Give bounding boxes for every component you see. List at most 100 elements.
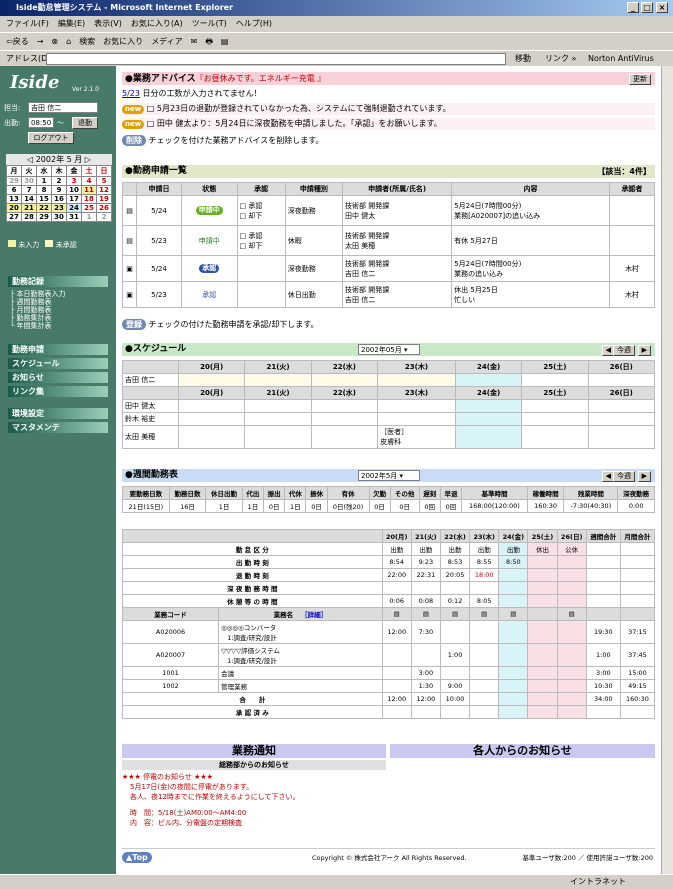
- norton-button[interactable]: Norton AntiVirus: [588, 51, 654, 67]
- schedule-person[interactable]: 鈴木 裕史: [122, 412, 179, 426]
- minimize-button[interactable]: _: [627, 2, 639, 13]
- edit-icon[interactable]: ▤: [498, 607, 529, 621]
- update-button[interactable]: 更新: [629, 74, 651, 85]
- nav-sub-daily[interactable]: ├ 本日勤務表入力: [10, 290, 65, 298]
- media-button[interactable]: メディア: [151, 37, 182, 46]
- menu-view[interactable]: 表示(V): [94, 19, 122, 28]
- home-icon[interactable]: ⌂: [66, 37, 71, 46]
- prev-month-icon[interactable]: ◁: [27, 155, 36, 164]
- delete-button[interactable]: 削除: [122, 135, 146, 146]
- notice-headline[interactable]: ★★★ 停電のお知らせ ★★★: [122, 772, 386, 782]
- advice-checkbox[interactable]: □: [147, 104, 155, 113]
- top-button[interactable]: ▲Top: [122, 852, 152, 863]
- cal-day[interactable]: 15: [36, 194, 52, 204]
- cal-day-today[interactable]: 24: [66, 203, 82, 213]
- cal-day[interactable]: 1: [81, 212, 97, 222]
- cal-day[interactable]: 31: [66, 212, 82, 222]
- menu-file[interactable]: ファイル(F): [6, 19, 49, 28]
- next-week-button[interactable]: ▶: [637, 471, 651, 482]
- menu-tools[interactable]: ツール(T): [192, 19, 227, 28]
- cal-day[interactable]: 25: [81, 203, 97, 213]
- reject-checkbox[interactable]: □ 却下: [240, 211, 283, 221]
- links-button[interactable]: リンク »: [545, 51, 576, 67]
- nav-sub-summary[interactable]: ├ 勤務集計表: [10, 314, 51, 322]
- cal-day[interactable]: 1: [36, 176, 52, 186]
- back-button[interactable]: ⇦戻る: [6, 37, 29, 46]
- cal-day[interactable]: 26: [96, 203, 112, 213]
- cal-day[interactable]: 16: [51, 194, 67, 204]
- cal-day[interactable]: 28: [21, 212, 37, 222]
- schedule-person[interactable]: 太田 美穂: [122, 425, 179, 449]
- cal-day[interactable]: 9: [51, 185, 67, 195]
- address-input[interactable]: [46, 53, 506, 65]
- favorites-button[interactable]: お気に入り: [103, 37, 143, 46]
- cal-day[interactable]: 8: [36, 185, 52, 195]
- nav-settings[interactable]: 環境設定: [8, 408, 108, 419]
- edit-icon[interactable]: ▤: [381, 607, 412, 621]
- nav-links[interactable]: リンク集: [8, 386, 108, 397]
- schedule-note[interactable]: ［医者］: [380, 427, 453, 437]
- cal-day[interactable]: 12: [96, 185, 112, 195]
- cal-day[interactable]: 11: [81, 185, 97, 195]
- cal-day[interactable]: 3: [66, 176, 82, 186]
- logout-button[interactable]: ログアウト: [28, 132, 74, 144]
- cal-day[interactable]: 2: [96, 212, 112, 222]
- go-button[interactable]: 移動: [515, 51, 531, 67]
- cal-day[interactable]: 30: [51, 212, 67, 222]
- forward-button[interactable]: →: [37, 37, 44, 46]
- maximize-button[interactable]: □: [641, 2, 653, 13]
- nav-requests[interactable]: 勤務申請: [8, 344, 108, 355]
- schedule-person[interactable]: 吉田 信二: [122, 373, 179, 387]
- cal-day[interactable]: 7: [21, 185, 37, 195]
- edit-icon[interactable]: ▤: [410, 607, 441, 621]
- cal-day[interactable]: 23: [51, 203, 67, 213]
- cal-day[interactable]: 30: [21, 176, 37, 186]
- schedule-month-select[interactable]: 2002年05月 ▾: [358, 344, 420, 355]
- schedule-person[interactable]: 田中 健太: [122, 399, 179, 413]
- cal-day[interactable]: 29: [36, 212, 52, 222]
- advice-date-link[interactable]: 5/23: [122, 89, 140, 98]
- reject-checkbox[interactable]: □ 却下: [240, 241, 283, 251]
- nav-master[interactable]: マスタメンテ: [8, 422, 108, 433]
- approve-checkbox[interactable]: □ 承認: [240, 201, 283, 211]
- nav-sub-annual[interactable]: └ 年間集計表: [10, 322, 51, 330]
- clockin-time-field[interactable]: 08:50: [28, 117, 54, 128]
- cal-day[interactable]: 19: [96, 194, 112, 204]
- cal-day[interactable]: 6: [6, 185, 22, 195]
- register-button[interactable]: 登録: [122, 319, 146, 330]
- edit-icon[interactable]: ▤: [221, 37, 229, 46]
- edit-icon[interactable]: ▤: [556, 607, 587, 621]
- menu-edit[interactable]: 編集(E): [58, 19, 85, 28]
- cal-day[interactable]: 5: [96, 176, 112, 186]
- nav-notices[interactable]: お知らせ: [8, 372, 108, 383]
- vertical-scrollbar[interactable]: [661, 66, 673, 874]
- cal-day[interactable]: 18: [81, 194, 97, 204]
- cal-day[interactable]: 27: [6, 212, 22, 222]
- nav-sub-monthly[interactable]: ├ 月間勤務表: [10, 306, 51, 314]
- nav-schedule[interactable]: スケジュール: [8, 358, 108, 369]
- print-icon[interactable]: 🖶: [205, 37, 213, 46]
- approve-checkbox[interactable]: □ 承認: [240, 231, 283, 241]
- close-button[interactable]: ×: [656, 2, 668, 13]
- cal-day[interactable]: 22: [36, 203, 52, 213]
- advice-checkbox[interactable]: □: [147, 119, 155, 128]
- clockout-button[interactable]: 退勤: [72, 117, 98, 129]
- cal-day[interactable]: 21: [21, 203, 37, 213]
- cal-day[interactable]: 20: [6, 203, 22, 213]
- cal-day[interactable]: 10: [66, 185, 82, 195]
- cal-day[interactable]: 2: [51, 176, 67, 186]
- search-button[interactable]: 検索: [79, 37, 95, 46]
- next-month-icon[interactable]: ▷: [82, 155, 91, 164]
- cal-day[interactable]: 14: [21, 194, 37, 204]
- edit-icon[interactable]: ▤: [469, 607, 500, 621]
- edit-icon[interactable]: [527, 607, 558, 621]
- stop-icon[interactable]: ⊗: [51, 37, 58, 46]
- edit-icon[interactable]: ▤: [439, 607, 471, 621]
- nav-attendance-record[interactable]: 勤務記録: [8, 276, 108, 287]
- cal-day[interactable]: 13: [6, 194, 22, 204]
- next-week-button[interactable]: ▶: [637, 345, 651, 356]
- menu-favorites[interactable]: お気に入り(A): [131, 19, 183, 28]
- weekly-month-select[interactable]: 2002年5月 ▾: [358, 470, 420, 481]
- detail-link[interactable]: ［詳細］: [301, 611, 327, 619]
- cal-day[interactable]: 29: [6, 176, 22, 186]
